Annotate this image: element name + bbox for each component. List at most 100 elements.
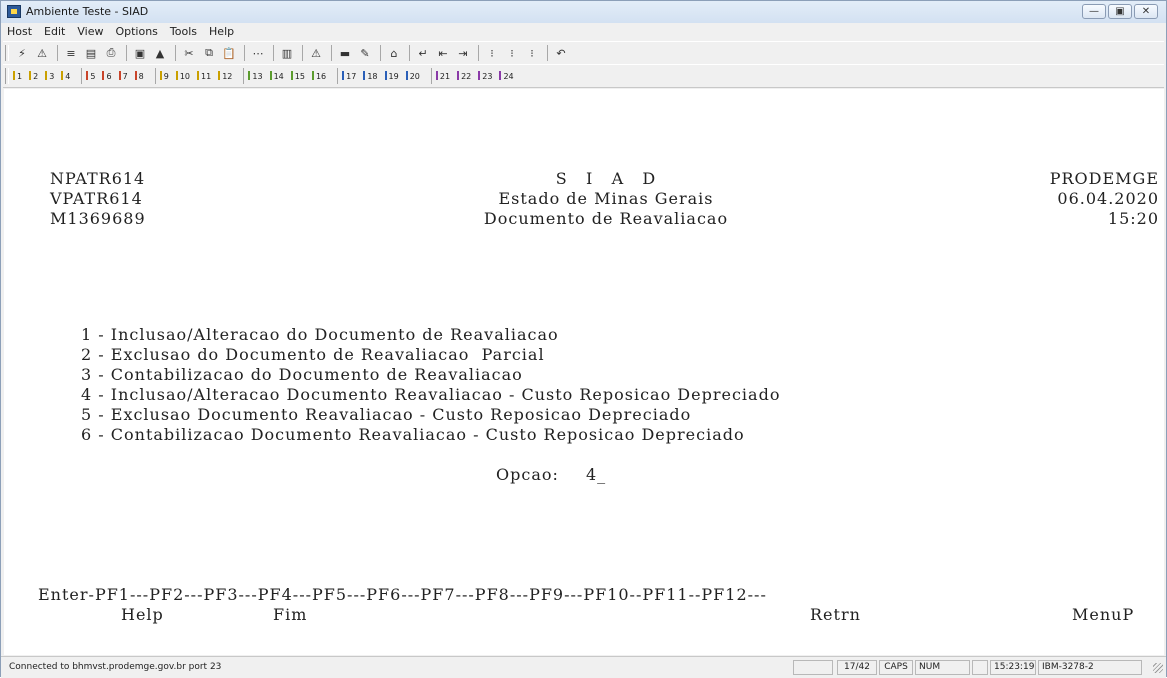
window-title: Ambiente Teste - SIAD: [26, 5, 149, 18]
pa3-icon[interactable]: ⁝: [523, 44, 541, 62]
tab-icon[interactable]: ⇥: [454, 44, 472, 62]
terminal-screen[interactable]: NPATR614 VPATR614 M1369689 S I A D Estad…: [4, 89, 1164, 655]
menu-options[interactable]: Options: [109, 25, 163, 38]
resize-grip-icon[interactable]: [1153, 663, 1163, 673]
pf-key-line: Enter-PF1---PF2---PF3---PF4---PF5---PF6-…: [38, 585, 767, 604]
screen-icon[interactable]: ▣: [131, 44, 149, 62]
pf24-button[interactable]: 24: [499, 71, 514, 81]
toolbar-separator: [244, 45, 245, 61]
cut-icon[interactable]: ✂: [180, 44, 198, 62]
disconnect-icon[interactable]: ⚠: [33, 44, 51, 62]
window-controls: — ▣ ✕: [1082, 4, 1158, 19]
toolbar-separator: [302, 45, 303, 61]
pf5-button[interactable]: 5: [86, 71, 95, 81]
screen-id: VPATR614: [50, 189, 143, 208]
pf18-button[interactable]: 18: [363, 71, 378, 81]
pf8-button[interactable]: 8: [134, 71, 144, 81]
pf1-button[interactable]: 1: [13, 71, 22, 81]
emulator-window: Ambiente Teste - SIAD — ▣ ✕ Host Edit Vi…: [0, 0, 1167, 678]
maximize-button[interactable]: ▣: [1108, 4, 1132, 19]
toolbar-separator: [126, 45, 127, 61]
terminal-type: IBM-3278-2: [1038, 660, 1142, 675]
num-indicator: NUM: [915, 660, 970, 675]
pa1-icon[interactable]: ⁝: [483, 44, 501, 62]
pf20-button[interactable]: 20: [405, 71, 420, 81]
copy-icon[interactable]: ⧉: [200, 44, 218, 62]
screen-select-icon[interactable]: ▲: [151, 44, 169, 62]
toolbar-separator: [175, 45, 176, 61]
pf15-button[interactable]: 15: [290, 71, 305, 81]
pf9-button[interactable]: 9: [159, 71, 169, 81]
pf16-button[interactable]: 16: [311, 71, 326, 81]
keypad-icon[interactable]: ⋯: [249, 44, 267, 62]
clock: 15:23:19: [990, 660, 1036, 675]
main-toolbar: ⚡ ⚠ ≡ ▤ ⎙ ▣ ▲ ✂ ⧉ 📋 ⋯ ▥ ⚠ ▬ ✎ ⌂ ↵ ⇤ ⇥ ⁝ …: [3, 41, 1164, 65]
chart-icon[interactable]: ▥: [278, 44, 296, 62]
macro-icon[interactable]: ▬: [336, 44, 354, 62]
pf17-button[interactable]: 17: [342, 71, 356, 81]
pf1-help-label: Help: [121, 605, 164, 624]
pf21-button[interactable]: 21: [435, 71, 450, 81]
menu-edit[interactable]: Edit: [38, 25, 71, 38]
toolbar-separator: [154, 68, 156, 84]
option-input[interactable]: 4_: [586, 465, 606, 484]
status-empty-cell: [972, 660, 988, 675]
time-display: 15:20: [1107, 209, 1159, 228]
paste-icon[interactable]: 📋: [220, 44, 238, 62]
cursor-position: 17/42: [837, 660, 877, 675]
menu-view[interactable]: View: [71, 25, 109, 38]
toolbar-separator: [243, 68, 245, 84]
pf7-button[interactable]: 7: [118, 71, 128, 81]
toolbar-grip: [5, 68, 9, 84]
menu-help[interactable]: Help: [203, 25, 240, 38]
menu-option-4: 4 - Inclusao/Alteracao Documento Reavali…: [81, 385, 781, 404]
pf9-retrn-label: Retrn: [810, 605, 861, 624]
title-bar: Ambiente Teste - SIAD — ▣ ✕: [1, 1, 1166, 24]
connection-status: Connected to bhmvst.prodemge.gov.br port…: [9, 662, 222, 672]
pf12-button[interactable]: 12: [218, 71, 232, 81]
pf4-button[interactable]: 4: [61, 71, 70, 81]
menu-option-6: 6 - Contabilizacao Documento Reavaliacao…: [81, 425, 745, 444]
user-id: M1369689: [50, 209, 146, 228]
menu-bar: Host Edit View Options Tools Help: [1, 23, 1166, 40]
pf12-menup-label: MenuP: [1072, 605, 1135, 624]
undo-icon[interactable]: ↶: [552, 44, 570, 62]
pf10-button[interactable]: 10: [175, 71, 190, 81]
menu-tools[interactable]: Tools: [164, 25, 203, 38]
system-name: S I A D: [555, 169, 657, 188]
send-file-icon[interactable]: ≡: [62, 44, 80, 62]
pf-key-toolbar: 1 2 3 4 5 6 7 8 9 10 11 12 13 14 15 16 1…: [3, 64, 1164, 88]
program-id: NPATR614: [50, 169, 146, 188]
app-icon: [7, 5, 21, 18]
edit-macro-icon[interactable]: ✎: [356, 44, 374, 62]
pf3-fim-label: Fim: [273, 605, 308, 624]
screen-title: Documento de Reavaliacao: [483, 209, 729, 228]
toolbar-separator: [57, 45, 58, 61]
pf2-button[interactable]: 2: [29, 71, 38, 81]
pf22-button[interactable]: 22: [457, 71, 471, 81]
pf11-button[interactable]: 11: [197, 71, 211, 81]
connect-icon[interactable]: ⚡: [13, 44, 31, 62]
pf19-button[interactable]: 19: [384, 71, 399, 81]
status-bar: Connected to bhmvst.prodemge.gov.br port…: [1, 656, 1166, 678]
enter-icon[interactable]: ↵: [414, 44, 432, 62]
state-name: Estado de Minas Gerais: [498, 189, 714, 208]
minimize-button[interactable]: —: [1082, 4, 1106, 19]
toolbar-separator: [430, 68, 432, 84]
close-button[interactable]: ✕: [1134, 4, 1158, 19]
menu-host[interactable]: Host: [1, 25, 38, 38]
pf23-button[interactable]: 23: [478, 71, 492, 81]
print-icon[interactable]: ⎙: [102, 44, 120, 62]
status-empty-cell: [793, 660, 833, 675]
receive-file-icon[interactable]: ▤: [82, 44, 100, 62]
pa2-icon[interactable]: ⁝: [503, 44, 521, 62]
menu-option-2: 2 - Exclusao do Documento de Reavaliacao…: [81, 345, 545, 364]
caps-indicator: CAPS: [879, 660, 913, 675]
pf6-button[interactable]: 6: [102, 71, 112, 81]
warning-icon[interactable]: ⚠: [307, 44, 325, 62]
pf13-button[interactable]: 13: [248, 71, 263, 81]
pf14-button[interactable]: 14: [269, 71, 284, 81]
home-icon[interactable]: ⌂: [385, 44, 403, 62]
back-tab-icon[interactable]: ⇤: [434, 44, 452, 62]
pf3-button[interactable]: 3: [45, 71, 54, 81]
